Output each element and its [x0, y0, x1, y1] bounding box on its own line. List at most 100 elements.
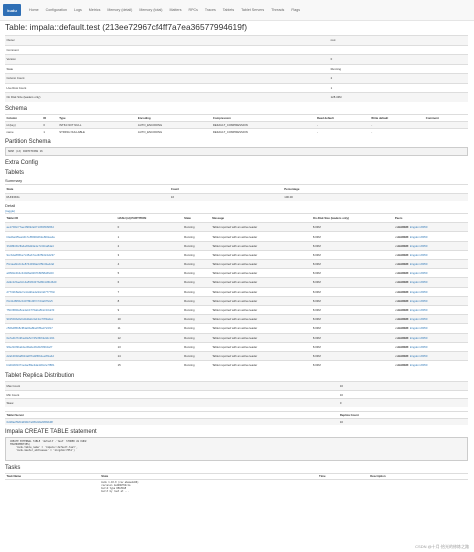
table-row: 0a7a4b7b4fba40e5c7d5c8b6fe0dc19b 12 Runnin…	[5, 332, 468, 343]
tasks-heading: Tasks	[5, 464, 21, 471]
tablet-id-link[interactable]: 9f4ef10f3bab4e36a0e09d3c5f3b0a7f	[5, 341, 117, 352]
tablet-id-link[interactable]: 75b3f690a5ca4eb4770aba5b2c16dcf3	[5, 304, 117, 315]
kudu-logo[interactable]: kudu	[3, 4, 21, 16]
nav-configuration[interactable]: Configuration	[46, 8, 67, 12]
table-row: fda4ba4f5ea4417e85900d62e803ea4a 1 Running…	[5, 231, 468, 242]
table-cell: Running	[182, 286, 211, 297]
nav-memory-detail[interactable]: Memory (detail)	[107, 8, 132, 12]
table-cell: 15	[116, 360, 183, 370]
tablet-peers: • LEADER: kingdom:8050	[393, 286, 468, 297]
tablet-id-link[interactable]: b4d0d9f1371e4ac89e3da4d6c2e7f881	[5, 360, 117, 370]
peer-role: LEADER:	[396, 363, 410, 368]
table-row: ae17bf9c77ae4f9b92a6713f0053965d 0 Running…	[5, 222, 468, 232]
table-cell: AUTO_ENCODING	[136, 120, 212, 129]
peer-host-link[interactable]: kingdom:8050	[410, 308, 428, 312]
peer-host-link[interactable]: kingdom:8050	[410, 345, 428, 349]
peer-host-link[interactable]: kingdom:8050	[410, 262, 428, 266]
tablet-id-link[interactable]: da9c2c5ae9c14a59fb337bd8b4c8bd6d0	[5, 277, 117, 288]
schema-table: Column ID Type Encoding Compression Read defa…	[5, 113, 468, 136]
peer-host-link[interactable]: kingdom:8050	[410, 225, 428, 229]
tablet-id-link[interactable]: 3fd48b3b2ffa4ab5a93a4e7c31ba8da4	[5, 240, 117, 251]
peer-host-link[interactable]: kingdom:8050	[410, 253, 428, 257]
property-name: Version	[5, 54, 330, 64]
tablet-id-link[interactable]: 9015b9bdfe6d4d2abcfa13cc78f3a0ec	[5, 314, 117, 324]
peer-host-link[interactable]: kingdom:8050	[410, 326, 428, 330]
tablet-id-link[interactable]: fda4ba4f5ea4417e85900d62e803ea4a	[5, 231, 117, 242]
table-row: 9015b9bdfe6d4d2abcfa13cc78f3a0ec 10 Runnin…	[5, 314, 468, 324]
nav-rpcs[interactable]: RPCs	[189, 8, 198, 12]
table-cell: 8.03M	[311, 350, 394, 361]
nav-tablets[interactable]: Tablets	[223, 8, 234, 12]
table-cell: Tablet reported with an active leader	[210, 360, 312, 370]
peer-host-link[interactable]: kingdom:8050	[410, 336, 428, 340]
tablet-id-link[interactable]: d2ab3092a8924a87ba9ff0b2ee8f1a4d	[5, 350, 117, 361]
column-header: Tablet Server	[5, 410, 339, 419]
tablet-id-link[interactable]: f5c1aabbcfc4e8744939a2cf5b43ed2af	[5, 258, 117, 269]
table-cell: 8	[116, 295, 183, 306]
tablet-peers: • LEADER: kingdom:8050	[393, 350, 468, 361]
table-cell: STRING NULLABLE	[57, 127, 137, 136]
peer-role: LEADER:	[396, 234, 410, 239]
table-cell: 8.03M	[311, 323, 394, 333]
peer-host-link[interactable]: kingdom:8050	[410, 290, 428, 294]
peer-host-link[interactable]: kingdom:8050	[410, 280, 428, 284]
peer-host-link[interactable]: kingdom:8050	[410, 235, 428, 239]
table-cell: 8.03M	[311, 314, 394, 324]
tablet-server-link[interactable]: 0d18acf52b4d9bb7a0f6d19e6f6b6d6f	[5, 417, 339, 425]
tablet-id-link[interactable]: d7732b8a0e7e4ca9ba4e94c4d7777f0c	[5, 286, 117, 297]
nav-metrics[interactable]: Metrics	[89, 8, 101, 12]
nav-flags[interactable]: Flags	[291, 8, 300, 12]
peer-role: LEADER:	[396, 317, 410, 322]
table-row: name 1 STRING NULLABLE AUTO_ENCODING DEFAULT…	[5, 127, 468, 136]
peer-host-link[interactable]: kingdom:8050	[410, 317, 428, 321]
table-cell: Tablet reported with an active leader	[210, 295, 312, 306]
tablet-id-link[interactable]: ae17bf9c77ae4f9b92a6713f0053965d	[5, 222, 117, 232]
toggle-detail-link[interactable]: (toggle)	[5, 209, 15, 213]
table-cell: Running	[182, 323, 211, 333]
column-header: Column	[5, 113, 42, 122]
nav-threads[interactable]: Threads	[271, 8, 284, 12]
partition-schema: HASH (id) PARTITIONS 16	[5, 147, 468, 157]
nav-matters[interactable]: Matters	[170, 8, 182, 12]
peer-host-link[interactable]: kingdom:8050	[410, 354, 428, 358]
tablet-id-link[interactable]: a0f9fdc4b4c440d6a0297b8058a5f2d0	[5, 268, 117, 278]
tablet-id-link[interactable]: f9c41d8f6bcb4078bd3f7c7d4a97f2e5	[5, 295, 117, 306]
tablet-peers: • LEADER: kingdom:8050	[393, 332, 468, 343]
tablets-heading: Tablets	[5, 170, 25, 177]
tablet-peers: • LEADER: kingdom:8050	[393, 341, 468, 352]
peer-host-link[interactable]: kingdom:8050	[410, 299, 428, 303]
tablet-peers: • LEADER: kingdom:8050	[393, 360, 468, 370]
table-cell: 10	[116, 314, 183, 324]
stat-value: 16	[338, 381, 468, 391]
table-cell: 8.03M	[311, 268, 394, 278]
nav-logs[interactable]: Logs	[74, 8, 82, 12]
tablet-id-link[interactable]: 0a7a4b7b4fba40e5c7d5c8b6fe0dc19b	[5, 332, 117, 343]
tablet-id-link[interactable]: c56bd85b8cf84a0ba8bef0f5ad724f17	[5, 323, 117, 333]
table-cell: Tablet reported with an active leader	[210, 286, 312, 297]
nav-traces[interactable]: Traces	[205, 8, 216, 12]
table-cell: 3	[116, 249, 183, 260]
nav-tablet-servers[interactable]: Tablet Servers	[241, 8, 264, 12]
table-row: Max Count 16	[5, 381, 468, 391]
table-cell: INT64 NOT NULL	[57, 120, 137, 129]
tablet-server-table: Tablet Server Replica Count 0d18acf52b4d9…	[5, 410, 468, 425]
column-header: Read default	[315, 113, 370, 122]
table-cell: Tablet reported with an active leader	[210, 268, 312, 278]
tablet-id-link[interactable]: 9ccb4e865be7c45ab7ce3bf5b0c4d237	[5, 249, 117, 260]
table-cell: -	[369, 127, 425, 136]
nav-home[interactable]: Home	[29, 8, 39, 12]
table-row: Comment	[5, 44, 468, 55]
peer-host-link[interactable]: kingdom:8050	[410, 363, 428, 367]
property-value: 0	[329, 54, 468, 64]
table-cell: 8.03M	[311, 360, 394, 370]
page-title: Table: impala::default.test (213ee72967c…	[5, 22, 247, 32]
peer-host-link[interactable]: kingdom:8050	[410, 244, 428, 248]
peer-role: LEADER:	[396, 271, 410, 276]
nav-memory-total[interactable]: Memory (total)	[139, 8, 162, 12]
peer-role: LEADER:	[396, 225, 410, 230]
table-cell: Running	[182, 249, 211, 260]
peer-role: LEADER:	[396, 308, 410, 313]
table-cell: 4	[116, 258, 183, 269]
table-cell: name	[5, 127, 42, 136]
peer-host-link[interactable]: kingdom:8050	[410, 271, 428, 275]
